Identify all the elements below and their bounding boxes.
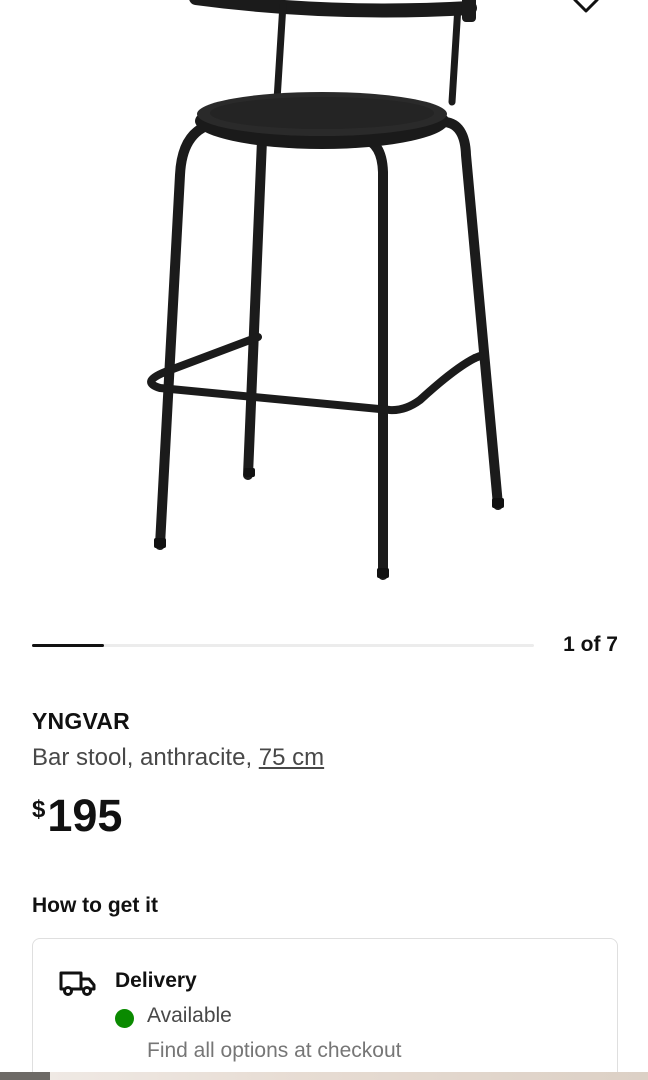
gallery-pager: 1 of 7 [32,630,618,662]
delivery-option-card[interactable]: Delivery Available Find all options at c… [32,938,618,1080]
truck-icon [59,971,96,996]
wishlist-button[interactable] [568,0,604,16]
how-to-get-heading: How to get it [32,894,158,917]
product-image [147,0,504,580]
gallery-position: 1 of 7 [563,633,618,656]
gallery-progress-thumb[interactable] [32,644,104,647]
product-page: 1 of 7 YNGVAR Bar stool, anthracite, 75 … [0,0,648,1080]
product-description: Bar stool, anthracite, 75 cm [32,744,324,772]
product-price: $ 195 [32,790,122,842]
heart-icon [573,0,599,13]
price-currency: $ [32,796,46,823]
delivery-title: Delivery [115,969,197,992]
product-name: YNGVAR [32,708,130,734]
availability-status-dot [115,1009,134,1028]
product-image-gallery[interactable] [0,0,648,610]
availability-status: Available [147,1004,232,1027]
price-amount: 195 [47,790,123,841]
delivery-options-text: Find all options at checkout [147,1039,402,1062]
next-section-preview [0,1072,648,1080]
product-description-text: Bar stool, anthracite, [32,744,259,771]
product-size-link[interactable]: 75 cm [259,744,324,771]
gallery-progress-track[interactable] [32,644,534,647]
